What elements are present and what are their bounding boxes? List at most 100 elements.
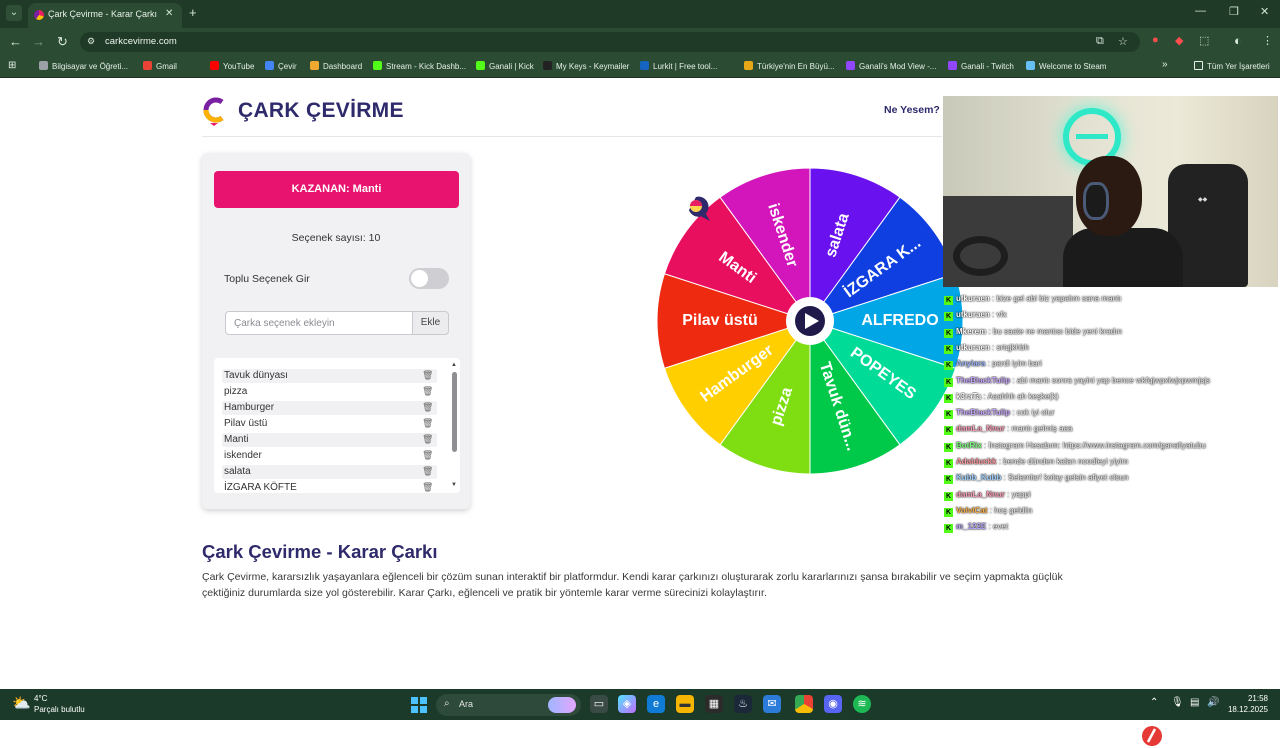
clock-time[interactable]: 21:58: [1228, 694, 1268, 703]
active-tab[interactable]: Çark Çevirme - Karar Çarkı ✕: [28, 3, 182, 28]
discord-icon[interactable]: ◉: [824, 695, 842, 713]
bookmark-item[interactable]: Stream - Kick Dashb...: [373, 61, 466, 73]
options-scrollbar[interactable]: ▲ ▼: [451, 362, 458, 490]
bookmark-item[interactable]: Çevir: [265, 61, 297, 73]
bookmark-item[interactable]: YouTube: [210, 61, 254, 73]
back-icon[interactable]: ←: [9, 34, 22, 49]
content-paragraph: Çark Çevirme, kararsızlık yaşayanlara eğ…: [202, 571, 1063, 599]
more-bookmarks-icon[interactable]: »: [1162, 59, 1168, 71]
close-tab-icon[interactable]: ✕: [165, 8, 173, 19]
chat-username: TheBlackTulip: [956, 408, 1011, 418]
delete-option-icon[interactable]: 🗑: [422, 402, 433, 413]
delete-option-icon[interactable]: 🗑: [422, 370, 433, 381]
bookmark-item[interactable]: Welcome to Steam: [1026, 61, 1106, 73]
bookmark-label: Ganali | Kick: [489, 62, 534, 71]
all-bookmarks-folder[interactable]: Tüm Yer İşaretleri: [1194, 61, 1270, 73]
bookmark-star-icon[interactable]: ☆: [1118, 35, 1128, 48]
url-text[interactable]: carkcevirme.com: [105, 36, 177, 47]
network-icon[interactable]: ▤: [1190, 697, 1199, 708]
winner-banner[interactable]: KAZANAN: Manti: [214, 171, 459, 208]
bulk-entry-toggle[interactable]: [409, 268, 449, 289]
scroll-down-icon[interactable]: ▼: [451, 482, 457, 488]
kick-badge-icon: K: [944, 524, 953, 534]
option-list-item[interactable]: Tavuk dünyası 🗑: [222, 369, 437, 383]
bookmark-item[interactable]: Lurkit | Free tool...: [640, 61, 717, 73]
option-list-item[interactable]: Manti 🗑: [222, 433, 437, 447]
delete-option-icon[interactable]: 🗑: [422, 434, 433, 445]
option-list-item[interactable]: İZGARA KÖFTE 🗑: [222, 481, 437, 493]
copilot-icon[interactable]: ◈: [618, 695, 636, 713]
option-list-item[interactable]: Pilav üstü 🗑: [222, 417, 437, 431]
start-button[interactable]: [411, 697, 427, 713]
bookmark-item[interactable]: Ganali's Mod View -...: [846, 61, 936, 73]
bookmark-favicon-icon: [39, 61, 48, 70]
spotify-icon[interactable]: ≋: [853, 695, 871, 713]
profile-avatar[interactable]: ◐: [1234, 33, 1242, 48]
extensions-icon[interactable]: ⬚: [1199, 34, 1209, 47]
scroll-up-icon[interactable]: ▲: [451, 362, 457, 368]
option-label: Manti: [224, 434, 249, 445]
bookmark-item[interactable]: Ganali - Twitch: [948, 61, 1014, 73]
reload-icon[interactable]: ↻: [57, 34, 68, 50]
delete-option-icon[interactable]: 🗑: [422, 418, 433, 429]
delete-option-icon[interactable]: 🗑: [422, 466, 433, 477]
bookmark-item[interactable]: My Keys - Keymailer: [543, 61, 629, 73]
address-bar[interactable]: ⚙ carkcevirme.com ⧉ ☆: [80, 32, 1140, 52]
file-explorer-icon[interactable]: ▬: [676, 695, 694, 713]
option-list-item[interactable]: iskender 🗑: [222, 449, 437, 463]
scrollbar-thumb[interactable]: [452, 372, 457, 452]
chat-text: yappi: [1011, 489, 1031, 499]
bookmark-item[interactable]: Ganali | Kick: [476, 61, 534, 73]
weather-temp[interactable]: 4°C: [34, 694, 47, 703]
delete-option-icon[interactable]: 🗑: [422, 482, 433, 493]
kick-badge-icon: K: [944, 361, 953, 371]
bookmark-item[interactable]: Gmail: [143, 61, 177, 73]
option-list-item[interactable]: Hamburger 🗑: [222, 401, 437, 415]
show-hidden-icons[interactable]: ⌃: [1150, 697, 1158, 708]
option-list-item[interactable]: salata 🗑: [222, 465, 437, 479]
edge-icon[interactable]: e: [647, 695, 665, 713]
chrome-icon[interactable]: [795, 695, 813, 713]
chat-username: VolviCat: [956, 505, 988, 515]
new-tab-icon[interactable]: +: [189, 5, 197, 20]
mail-app-icon[interactable]: ✉: [763, 695, 781, 713]
taskbar-search[interactable]: ⌕ Ara: [436, 694, 581, 716]
headset-icon: [1083, 182, 1109, 220]
site-info-icon[interactable]: ⚙: [87, 36, 95, 47]
bookmark-item[interactable]: Bilgisayar ve Öğreti...: [39, 61, 128, 73]
extension-2-icon[interactable]: ◆: [1175, 34, 1183, 47]
add-option-input[interactable]: [225, 311, 413, 335]
weather-description[interactable]: Parçalı bulutlu: [34, 705, 85, 714]
task-view-icon[interactable]: ▭: [590, 695, 608, 713]
microphone-icon[interactable]: 🎙: [1171, 697, 1184, 708]
weather-icon[interactable]: ⛅: [12, 694, 31, 712]
bookmark-label: Türkiye'nin En Büyü...: [757, 62, 835, 71]
add-option-button[interactable]: Ekle: [412, 311, 449, 335]
option-label: salata: [224, 466, 251, 477]
minimize-icon[interactable]: —: [1195, 5, 1206, 17]
clock-date[interactable]: 18.12.2025: [1202, 705, 1268, 714]
neon-logo-bar: [1076, 134, 1108, 139]
site-logo-text[interactable]: ÇARK ÇEVİRME: [238, 99, 404, 123]
extension-1-icon[interactable]: ●: [1152, 34, 1159, 46]
chat-username: TheBlackTulip: [956, 375, 1011, 385]
close-window-icon[interactable]: ✕: [1260, 5, 1269, 18]
delete-option-icon[interactable]: 🗑: [422, 450, 433, 461]
site-logo-icon[interactable]: [202, 96, 226, 126]
browser-menu-icon[interactable]: ⋮: [1262, 34, 1273, 47]
bookmark-label: Gmail: [156, 62, 177, 71]
maximize-icon[interactable]: ❐: [1229, 5, 1239, 18]
bookmark-item[interactable]: Dashboard: [310, 61, 362, 73]
chat-username: Anyiara: [956, 359, 986, 369]
nav-ne-yesem-link[interactable]: Ne Yesem?: [884, 104, 940, 116]
forward-icon[interactable]: →: [32, 34, 45, 49]
install-app-icon[interactable]: ⧉: [1096, 35, 1104, 48]
steam-icon[interactable]: ♨: [734, 695, 752, 713]
tab-search-button[interactable]: ⌄: [6, 5, 22, 21]
delete-option-icon[interactable]: 🗑: [422, 386, 433, 397]
bookmark-item[interactable]: Türkiye'nin En Büyü...: [744, 61, 835, 73]
option-list-item[interactable]: pizza 🗑: [222, 385, 437, 399]
apps-grid-icon[interactable]: ⊞: [8, 60, 16, 72]
store-icon[interactable]: ▦: [705, 695, 723, 713]
chat-text: İnstagram Hesabım: https://www.instagram…: [988, 440, 1206, 450]
